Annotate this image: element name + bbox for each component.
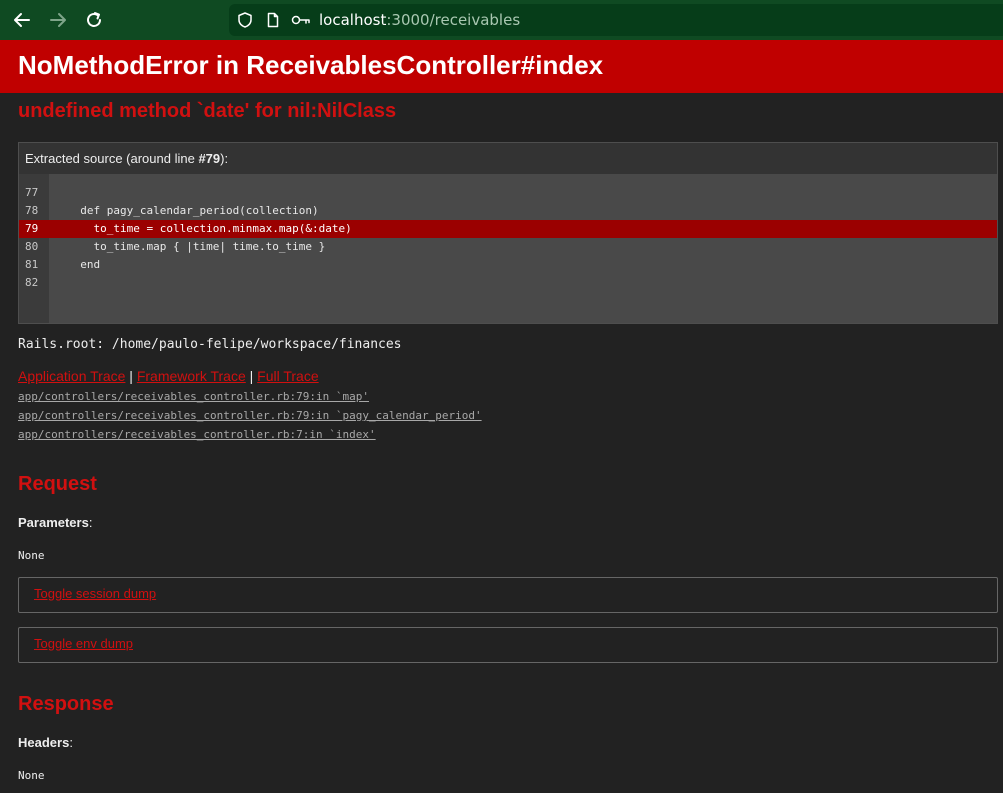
line-number: 78 [25, 204, 39, 217]
request-title: Request [18, 473, 97, 495]
line-number: 81 [25, 258, 39, 271]
trace-line[interactable]: app/controllers/receivables_controller.r… [18, 390, 369, 403]
env-dump-panel: Toggle env dump [18, 627, 998, 663]
code-text: to_time = collection.minmax.map(&:date) [67, 222, 352, 235]
code-line: 77 [19, 184, 997, 202]
forward-button[interactable] [46, 8, 70, 32]
session-dump-panel: Toggle session dump [18, 577, 998, 613]
reload-button[interactable] [82, 8, 106, 32]
source-header-text: Extracted source (around line #79): [25, 151, 229, 166]
code-line: 78 def pagy_calendar_period(collection) [19, 202, 997, 220]
parameters-label: Parameters: [18, 515, 93, 530]
headers-label: Headers: [18, 735, 73, 750]
toggle-session-dump-link[interactable]: Toggle session dump [34, 586, 156, 601]
back-button[interactable] [10, 8, 34, 32]
trace-tabs: Application Trace | Framework Trace | Fu… [18, 368, 319, 384]
code-text: end [67, 258, 101, 271]
url-text[interactable]: localhost:3000/receivables [319, 11, 520, 29]
line-number: 80 [25, 240, 39, 253]
rails-root: Rails.root: /home/paulo-felipe/workspace… [18, 337, 402, 352]
code-text: to_time.map { |time| time.to_time } [67, 240, 326, 253]
framework-trace-link[interactable]: Framework Trace [137, 368, 246, 384]
address-bar[interactable]: localhost:3000/receivables [229, 4, 1003, 36]
trace-line[interactable]: app/controllers/receivables_controller.r… [18, 428, 376, 441]
browser-toolbar: localhost:3000/receivables [0, 0, 1003, 40]
forward-arrow-icon [50, 13, 66, 27]
separator: | [129, 368, 133, 384]
url-host: localhost [319, 11, 387, 29]
parameters-value: None [18, 549, 45, 562]
line-number: 82 [25, 276, 39, 289]
url-path: :3000/receivables [386, 11, 521, 29]
extracted-source-panel: Extracted source (around line #79): 77 7… [18, 142, 998, 324]
shield-icon[interactable] [237, 12, 253, 28]
headers-value: None [18, 769, 45, 782]
separator: | [249, 368, 254, 384]
code-text: def pagy_calendar_period(collection) [67, 204, 319, 217]
back-arrow-icon [14, 13, 30, 27]
full-trace-link[interactable]: Full Trace [257, 368, 318, 384]
error-message: undefined method `date' for nil:NilClass [18, 100, 397, 122]
source-header: Extracted source (around line #79): [19, 143, 997, 174]
application-trace-link[interactable]: Application Trace [18, 368, 125, 384]
key-icon[interactable] [291, 12, 311, 28]
toggle-env-dump-link[interactable]: Toggle env dump [34, 636, 133, 651]
line-number: 77 [25, 186, 39, 199]
code-line-highlighted: 79 to_time = collection.minmax.map(&:dat… [19, 220, 997, 238]
reload-icon [87, 12, 101, 27]
code-line: 82 [19, 274, 997, 292]
page-icon[interactable] [265, 12, 281, 28]
trace-line[interactable]: app/controllers/receivables_controller.r… [18, 409, 482, 422]
error-header: NoMethodError in ReceivablesController#i… [0, 40, 1003, 93]
code-line: 80 to_time.map { |time| time.to_time } [19, 238, 997, 256]
error-title: NoMethodError in ReceivablesController#i… [18, 50, 604, 80]
source-code: 77 78 def pagy_calendar_period(collectio… [19, 174, 997, 323]
response-title: Response [18, 693, 114, 715]
line-number: 79 [25, 222, 39, 235]
code-line: 81 end [19, 256, 997, 274]
